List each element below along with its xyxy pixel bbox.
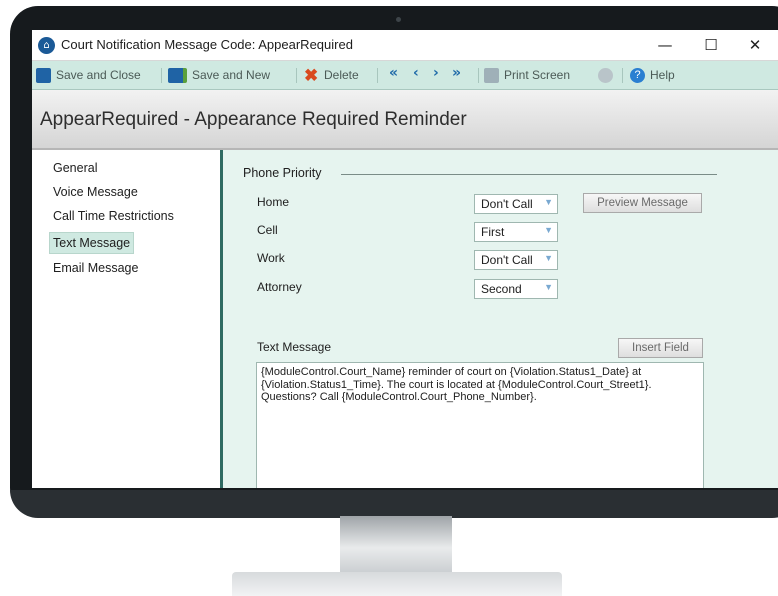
delete-label: Delete (324, 68, 359, 82)
attorney-priority-select[interactable]: Second ▼ (474, 279, 558, 299)
save-and-close-button[interactable]: Save and Close (36, 66, 141, 84)
first-record-icon[interactable]: « (389, 65, 398, 81)
text-message-editor[interactable]: {ModuleControl.Court_Name} reminder of c… (256, 362, 704, 488)
sidebar-item-voice-message[interactable]: Voice Message (50, 182, 141, 202)
chevron-down-icon: ▼ (544, 197, 553, 207)
save-and-new-label: Save and New (192, 68, 271, 82)
toolbar-divider (377, 68, 378, 83)
page-title: AppearRequired - Appearance Required Rem… (40, 109, 467, 130)
delete-button[interactable]: ✖ Delete (304, 66, 359, 84)
home-label: Home (257, 195, 290, 209)
settings-button[interactable] (598, 66, 618, 84)
print-screen-button[interactable]: Print Screen (484, 66, 570, 84)
home-priority-select[interactable]: Don't Call ▼ (474, 194, 558, 214)
monitor-stand-base (232, 572, 562, 596)
attorney-label: Attorney (257, 280, 302, 294)
help-button[interactable]: ? Help (630, 66, 675, 84)
sidebar: General Voice Message Call Time Restrict… (32, 150, 223, 488)
help-question-icon: ? (630, 67, 645, 83)
sidebar-item-email-message[interactable]: Email Message (50, 258, 141, 278)
cell-label: Cell (257, 223, 278, 237)
last-record-icon[interactable]: » (452, 65, 461, 81)
maximize-button[interactable]: ☐ (696, 33, 726, 57)
print-screen-label: Print Screen (504, 68, 571, 82)
toolbar-divider (622, 68, 623, 83)
preview-message-button[interactable]: Preview Message (583, 193, 702, 213)
sidebar-item-general[interactable]: General (50, 158, 100, 178)
attorney-priority-value: Second (481, 282, 522, 296)
group-divider (341, 174, 717, 175)
text-message-label: Text Message (257, 340, 332, 354)
camera-icon (396, 17, 401, 22)
floppy-disk-icon (36, 67, 51, 83)
cell-priority-select[interactable]: First ▼ (474, 222, 558, 242)
chevron-down-icon: ▼ (544, 253, 553, 263)
user-settings-icon (598, 67, 613, 83)
title-bar: ⌂ Court Notification Message Code: Appea… (32, 30, 778, 61)
work-priority-select[interactable]: Don't Call ▼ (474, 250, 558, 270)
cell-priority-value: First (481, 225, 505, 239)
toolbar-divider (161, 68, 162, 83)
record-header: AppearRequired - Appearance Required Rem… (32, 90, 778, 150)
sidebar-item-call-time-restrictions[interactable]: Call Time Restrictions (50, 206, 177, 226)
minimize-button[interactable]: — (650, 33, 680, 57)
previous-record-icon[interactable]: ‹ (413, 65, 419, 81)
court-building-icon: ⌂ (38, 37, 55, 54)
monitor-stand-neck (340, 516, 452, 574)
text-message-panel: Phone Priority Home Don't Call ▼ Preview… (223, 150, 778, 488)
save-and-close-label: Save and Close (56, 68, 141, 82)
home-priority-value: Don't Call (481, 197, 533, 211)
work-label: Work (257, 251, 285, 265)
toolbar-divider (296, 68, 297, 83)
next-record-icon[interactable]: › (433, 65, 439, 81)
app-window: ⌂ Court Notification Message Code: Appea… (32, 30, 778, 488)
window-title: Court Notification Message Code: AppearR… (61, 37, 353, 52)
chevron-down-icon: ▼ (544, 225, 553, 235)
floppy-disk-new-icon (168, 67, 187, 83)
help-label: Help (650, 68, 675, 82)
work-priority-value: Don't Call (481, 253, 533, 267)
toolbar-divider (478, 68, 479, 83)
save-and-new-button[interactable]: Save and New (168, 66, 270, 84)
toolbar: Save and Close Save and New ✖ Delete « ‹… (32, 61, 778, 90)
printer-icon (484, 67, 499, 83)
monitor-chin (10, 490, 778, 518)
chevron-down-icon: ▼ (544, 282, 553, 292)
insert-field-button[interactable]: Insert Field (618, 338, 703, 358)
sidebar-item-text-message[interactable]: Text Message (49, 232, 135, 254)
phone-priority-group-label: Phone Priority (243, 166, 322, 180)
close-button[interactable]: ✕ (740, 33, 770, 57)
delete-x-icon: ✖ (304, 65, 319, 85)
